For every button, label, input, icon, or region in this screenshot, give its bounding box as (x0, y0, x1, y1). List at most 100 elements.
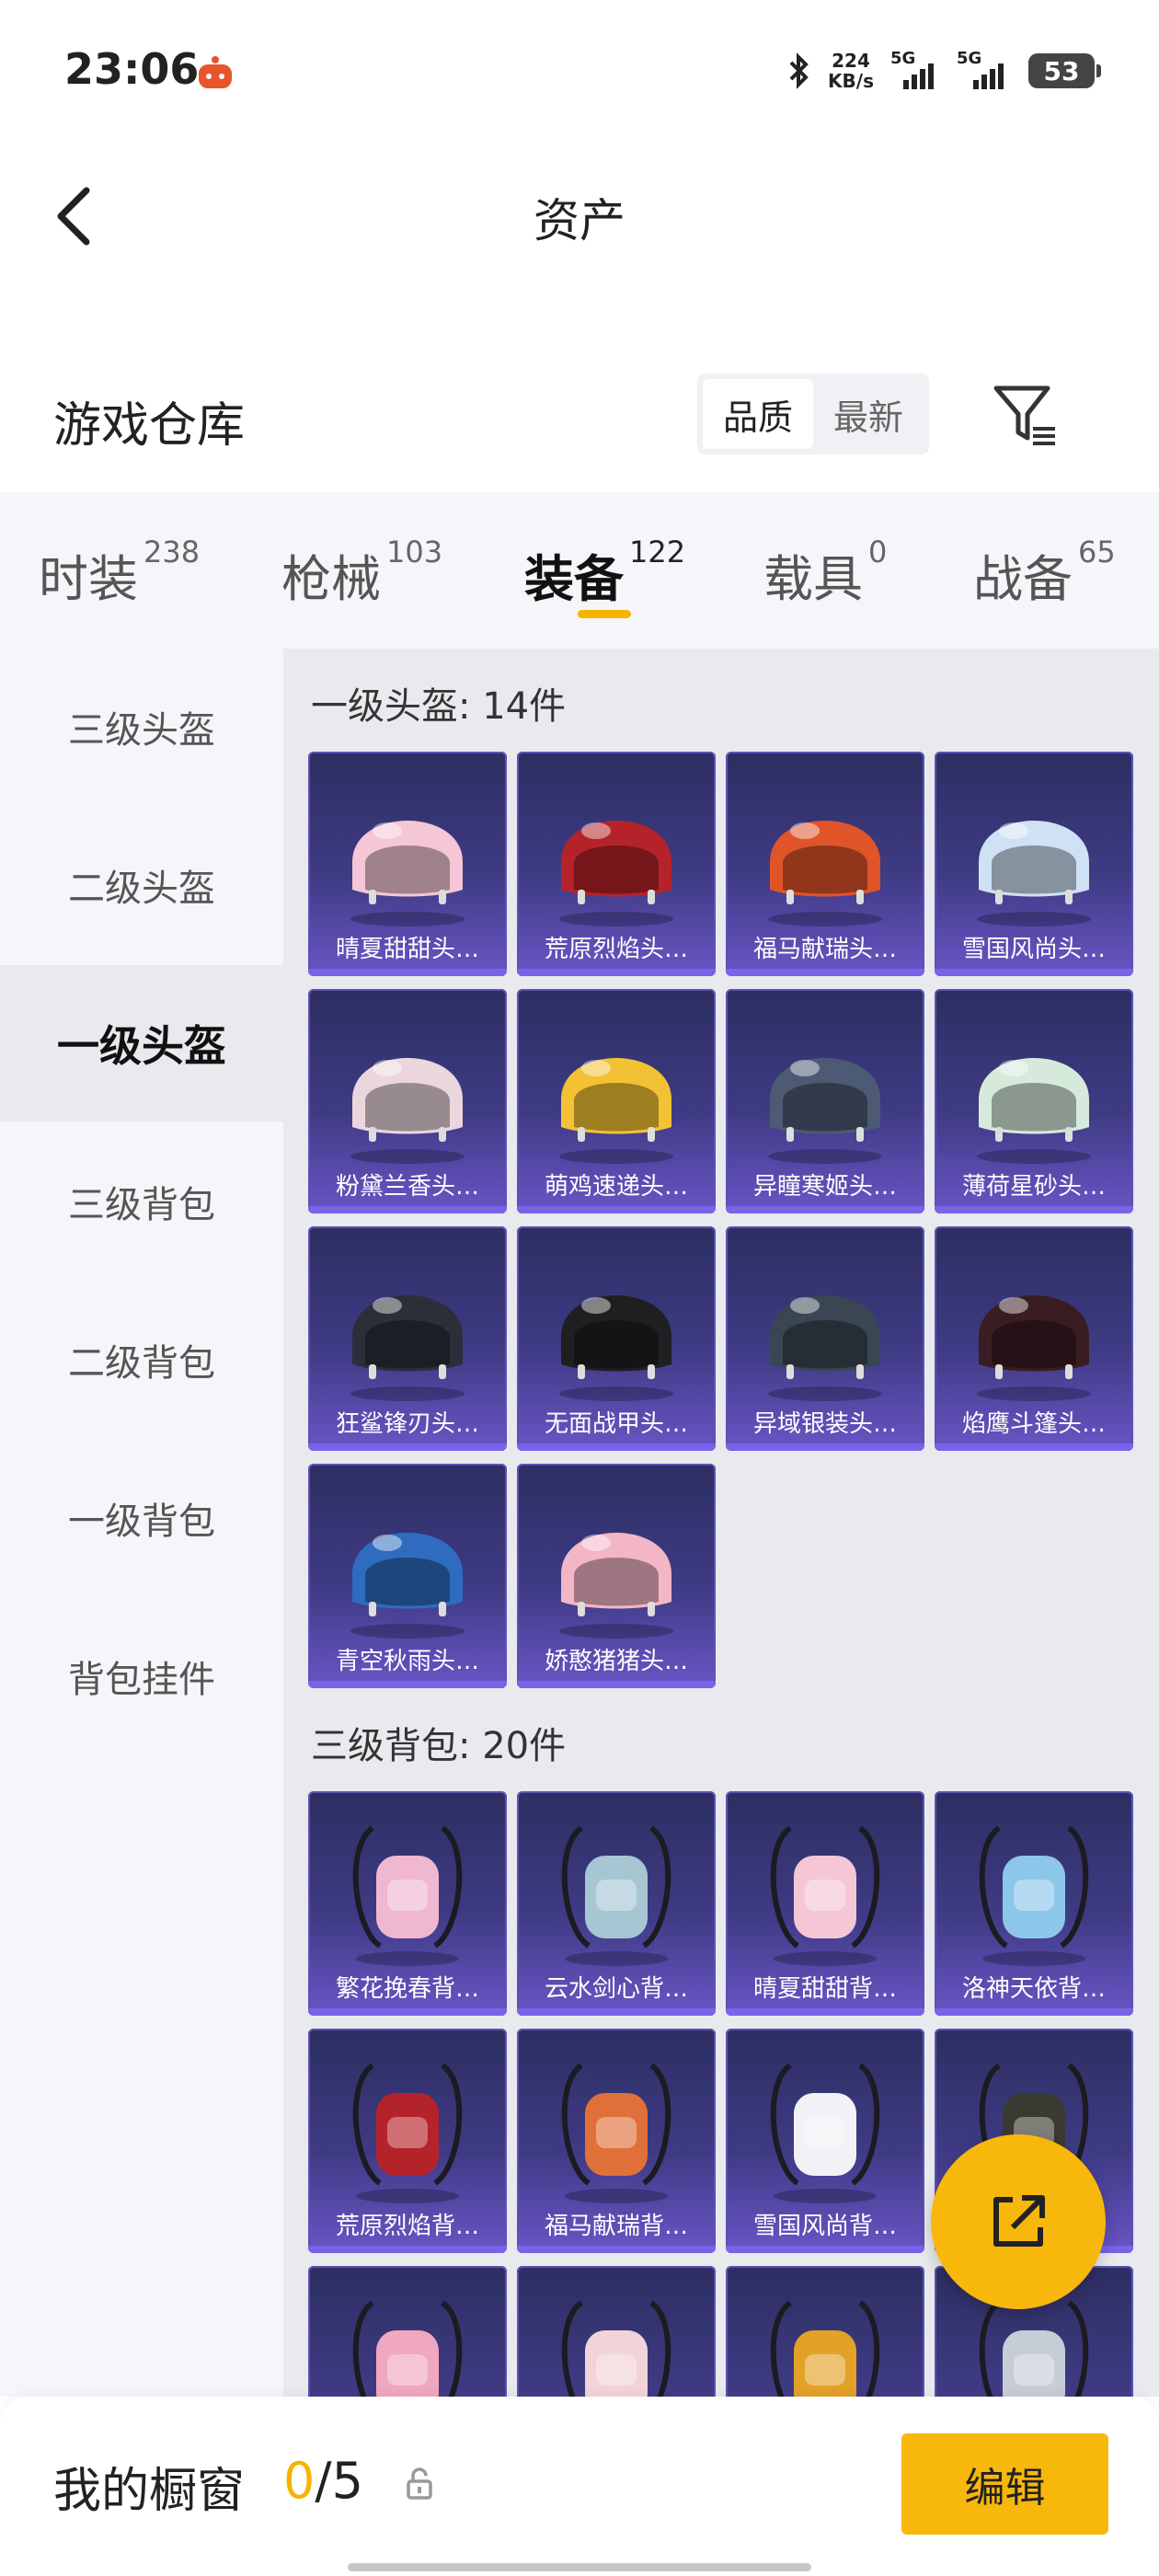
share-button[interactable] (931, 2134, 1106, 2309)
app-header: 资产 (0, 138, 1159, 285)
backpack-card[interactable] (517, 2266, 716, 2397)
helmet-card[interactable]: 雪国风尚头… (935, 752, 1133, 976)
battery-icon: 53 (1028, 53, 1101, 88)
helmet-image (559, 1533, 673, 1639)
helmet-card[interactable]: 福马献瑞头… (726, 752, 924, 976)
helmet-image (559, 1295, 673, 1401)
sort-option-quality[interactable]: 品质 (703, 379, 813, 449)
helmet-image (768, 821, 882, 926)
quality-bar (935, 969, 1133, 976)
app-notification-icon (199, 56, 232, 88)
showcase-bar: 我的橱窗 0/5 编辑 (0, 2397, 1159, 2576)
quality-bar (308, 1681, 507, 1688)
lock-icon (407, 2467, 432, 2500)
helmet-image (977, 1295, 1091, 1401)
backpack-card[interactable]: 荒原烈焰背… (308, 2029, 507, 2253)
helmet-card[interactable]: 粉黛兰香头… (308, 989, 507, 1213)
backpack-card[interactable] (726, 2266, 924, 2397)
helmet-card[interactable]: 青空秋雨头… (308, 1464, 507, 1688)
item-name: 青空秋雨头… (335, 1648, 479, 1675)
sim1-label: 5G (890, 49, 916, 68)
subcategory-sidebar: 三级头盔 二级头盔 一级头盔 三级背包 二级背包 一级背包 背包挂件 (0, 649, 283, 2397)
backpack-card[interactable]: 洛神天依背… (935, 1791, 1133, 2016)
item-name: 晴夏甜甜头… (335, 936, 479, 963)
backpack-image (770, 2300, 880, 2397)
sidebar-item-backpack-lv3[interactable]: 三级背包 (0, 1123, 283, 1280)
helmet-image (350, 821, 465, 926)
helmet-image (977, 1058, 1091, 1164)
quality-bar (726, 2008, 924, 2016)
sidebar-item-helmet-lv2[interactable]: 二级头盔 (0, 807, 283, 963)
helmet-image (350, 1295, 465, 1401)
signal-icon-2: 5G (957, 49, 1012, 89)
quality-bar (726, 1443, 924, 1451)
item-name: 福马献瑞头… (752, 936, 897, 963)
tab-count: 65 (1078, 535, 1116, 569)
sidebar-item-backpack-charm[interactable]: 背包挂件 (0, 1598, 283, 1754)
backpack-card[interactable]: 晴夏甜甜背… (726, 1791, 924, 2016)
tab-label: 载具 (763, 550, 863, 608)
section-title-helmet-lv1: 一级头盔: 14件 (311, 685, 567, 728)
item-name: 薄荷星砂头… (961, 1173, 1106, 1201)
page-title: 资产 (534, 194, 625, 247)
helmet-card[interactable]: 异域银装头… (726, 1226, 924, 1451)
edit-button[interactable]: 编辑 (901, 2433, 1108, 2535)
home-indicator[interactable] (348, 2563, 811, 2571)
sidebar-item-helmet-lv3[interactable]: 三级头盔 (0, 649, 283, 805)
item-name: 繁花挽春背… (335, 1975, 479, 2003)
helmet-card[interactable]: 晴夏甜甜头… (308, 752, 507, 976)
tab-equipment[interactable]: 装备 122 (524, 535, 685, 611)
share-export-icon (993, 2195, 1045, 2247)
helmet-image (768, 1058, 882, 1164)
helmet-image (559, 1058, 673, 1164)
backpack-image (979, 1825, 1089, 1966)
helmet-image (768, 1295, 882, 1401)
speed-value: 224 (832, 50, 870, 72)
signal-icon: 5G (890, 49, 940, 89)
helmet-card[interactable]: 异瞳寒姬头… (726, 989, 924, 1213)
backpack-image (352, 2300, 463, 2397)
status-indicators: 224 KB/s 5G 5G 53 (787, 48, 1101, 94)
showcase-count: 0/5 (283, 2452, 363, 2510)
helmet-card[interactable]: 焰鹰斗篷头… (935, 1226, 1133, 1451)
helmet-card[interactable]: 无面战甲头… (517, 1226, 716, 1451)
helmet-card[interactable]: 薄荷星砂头… (935, 989, 1133, 1213)
tab-battle-gear[interactable]: 战备 65 (973, 535, 1116, 611)
filter-icon[interactable] (989, 377, 1062, 451)
backpack-image (561, 2300, 671, 2397)
category-tabs: 时装 238 枪械 103 装备 122 载具 0 战备 65 (0, 492, 1159, 649)
sidebar-item-helmet-lv1[interactable]: 一级头盔 (0, 965, 283, 1121)
quality-bar (308, 1443, 507, 1451)
helmet-card[interactable]: 狂鲨锋刃头… (308, 1226, 507, 1451)
tab-fashion[interactable]: 时装 238 (39, 535, 200, 611)
tab-label: 装备 (524, 550, 624, 608)
backpack-card[interactable] (308, 2266, 507, 2397)
speed-unit: KB/s (828, 70, 874, 92)
helmet-card[interactable]: 萌鸡速递头… (517, 989, 716, 1213)
quality-bar (935, 1206, 1133, 1213)
sort-toggle: 品质 最新 (697, 374, 929, 454)
backpack-card[interactable]: 福马献瑞背… (517, 2029, 716, 2253)
quality-bar (935, 1443, 1133, 1451)
backpack-card[interactable]: 云水剑心背… (517, 1791, 716, 2016)
backpack-image (770, 2063, 880, 2203)
sidebar-item-backpack-lv1[interactable]: 一级背包 (0, 1440, 283, 1596)
item-name: 洛神天依背… (961, 1975, 1106, 2003)
quality-bar (935, 2008, 1133, 2016)
helmet-image (977, 821, 1091, 926)
sort-option-latest[interactable]: 最新 (813, 379, 924, 449)
tab-label: 战备 (973, 550, 1073, 608)
item-name: 异域银装头… (752, 1410, 897, 1438)
backpack-image (561, 1825, 671, 1966)
tab-weapons[interactable]: 枪械 103 (281, 535, 442, 611)
tab-vehicles[interactable]: 载具 0 (763, 535, 887, 611)
helmet-card[interactable]: 荒原烈焰头… (517, 752, 716, 976)
item-name: 娇憨猪猪头… (544, 1648, 688, 1675)
sidebar-item-backpack-lv2[interactable]: 二级背包 (0, 1282, 283, 1438)
helmet-card[interactable]: 娇憨猪猪头… (517, 1464, 716, 1688)
showcase-total: 5 (331, 2452, 363, 2510)
network-speed: 224 KB/s (828, 51, 874, 91)
status-time: 23:06 (64, 44, 200, 94)
backpack-card[interactable]: 繁花挽春背… (308, 1791, 507, 2016)
backpack-card[interactable]: 雪国风尚背… (726, 2029, 924, 2253)
